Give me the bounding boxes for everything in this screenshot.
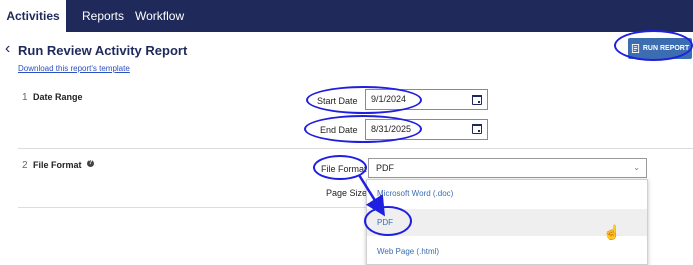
tab-workflow[interactable]: Workflow (135, 0, 184, 32)
file-format-select[interactable]: PDF ⌄ (368, 158, 647, 178)
start-date-label: Start Date (317, 96, 358, 106)
run-report-label: RUN REPORT (642, 45, 690, 52)
calendar-icon[interactable] (472, 95, 482, 105)
tab-activities[interactable]: Activities (0, 0, 66, 32)
start-date-input[interactable]: 9/1/2024 (365, 89, 488, 110)
divider (18, 148, 693, 149)
download-template-link[interactable]: Download this report's template (18, 64, 130, 73)
calendar-icon[interactable] (472, 124, 482, 134)
back-chevron-icon[interactable]: ‹ (5, 41, 10, 57)
step-number: 2 (22, 160, 28, 171)
file-format-label: File Format (321, 164, 367, 174)
end-date-label: End Date (320, 125, 358, 135)
file-format-value: PDF (376, 163, 394, 173)
top-nav: Activities Reports Workflow (0, 0, 693, 32)
page-size-label: Page Size (326, 188, 368, 198)
divider (18, 207, 366, 208)
step-label: Date Range (33, 92, 83, 102)
start-date-value: 9/1/2024 (371, 94, 407, 104)
chevron-down-icon: ⌄ (633, 163, 640, 172)
hand-cursor-icon: ☝ (603, 224, 621, 240)
option-word[interactable]: Microsoft Word (.doc) (367, 180, 647, 207)
option-html[interactable]: Web Page (.html) (367, 238, 647, 265)
end-date-value: 8/31/2025 (371, 124, 412, 134)
help-icon[interactable]: ? (87, 160, 94, 167)
step-number: 1 (22, 92, 28, 103)
tab-reports[interactable]: Reports (82, 0, 124, 32)
report-icon (631, 44, 639, 53)
page-title: Run Review Activity Report (18, 43, 188, 58)
end-date-input[interactable]: 8/31/2025 (365, 119, 488, 140)
file-format-dropdown: Microsoft Word (.doc) PDF Web Page (.htm… (366, 179, 648, 265)
step-label: File Format (33, 160, 82, 170)
run-report-button[interactable]: RUN REPORT (628, 38, 692, 59)
